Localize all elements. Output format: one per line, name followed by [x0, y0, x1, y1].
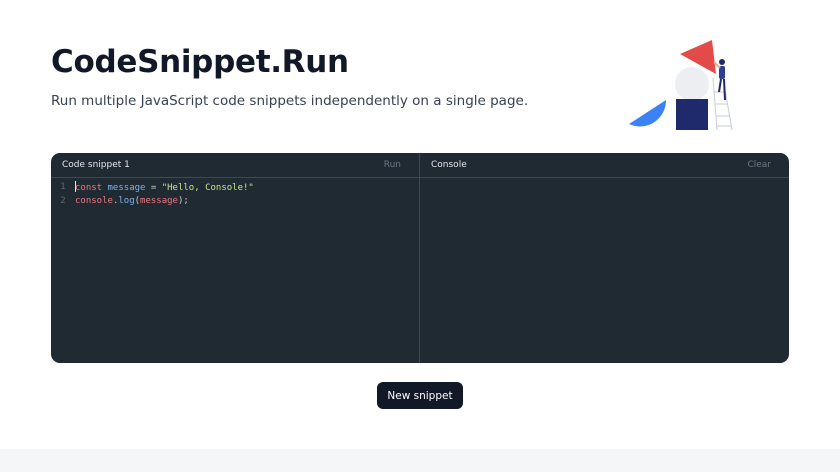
console-pane-header: Console Clear: [420, 153, 789, 178]
blue-half-circle-shape: [629, 100, 667, 127]
code-line: 2 console.log(message);: [51, 195, 419, 208]
line-number: 2: [60, 196, 66, 206]
code-pane-header: Code snippet 1 Run: [51, 153, 419, 178]
page-title: CodeSnippet.Run: [51, 44, 349, 80]
code-token: =: [145, 183, 162, 193]
ladder-shape: [712, 77, 733, 131]
person-figure: [713, 59, 726, 101]
snippet-card: Code snippet 1 Run 1 const message = "Hel…: [51, 153, 789, 363]
navy-cube-shape: [676, 99, 708, 130]
code-pane: Code snippet 1 Run 1 const message = "Hel…: [51, 153, 420, 363]
page-subtitle: Run multiple JavaScript code snippets in…: [51, 93, 529, 109]
sphere-shape: [675, 67, 709, 101]
line-number: 1: [60, 182, 66, 192]
code-token: console: [75, 196, 113, 206]
code-token: log: [118, 196, 135, 206]
code-token: message: [140, 196, 178, 206]
hero-illustration: [629, 40, 733, 131]
code-token: );: [177, 196, 189, 206]
clear-button[interactable]: Clear: [747, 160, 771, 170]
run-button[interactable]: Run: [384, 160, 401, 170]
snippet-title: Code snippet 1: [62, 160, 130, 170]
code-token: const: [75, 183, 103, 193]
code-token: message: [107, 183, 146, 193]
page-footer: [0, 449, 840, 472]
code-token: "Hello, Console!": [161, 183, 254, 193]
code-editor[interactable]: 1 const message = "Hello, Console!" 2 conso…: [51, 178, 419, 208]
console-pane: Console Clear: [420, 153, 789, 363]
code-line: 1 const message = "Hello, Console!": [51, 181, 419, 195]
console-title: Console: [431, 160, 467, 170]
new-snippet-button[interactable]: New snippet: [377, 382, 463, 409]
